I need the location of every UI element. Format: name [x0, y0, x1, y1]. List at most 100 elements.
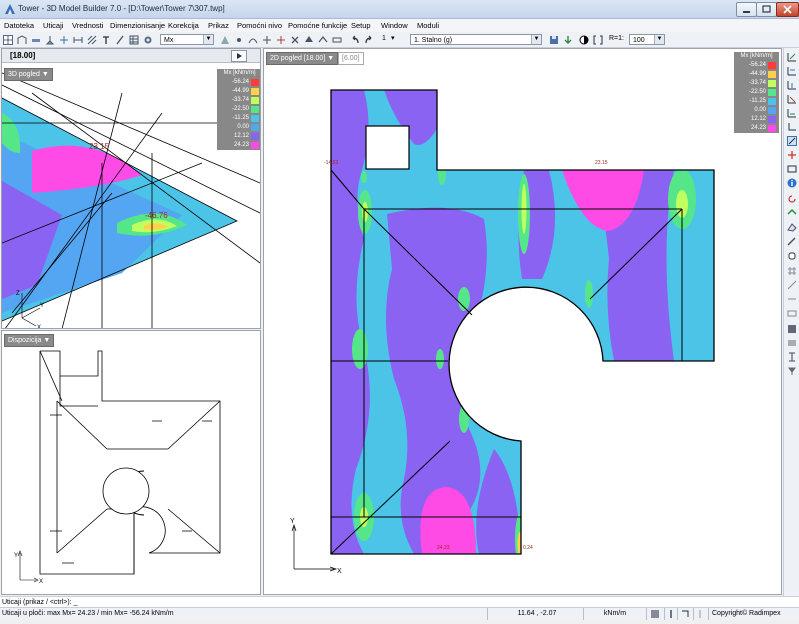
ratio-label: R=1: [609, 35, 624, 42]
legend-swatch [768, 89, 776, 96]
status-toggle-ortho[interactable] [664, 608, 678, 620]
legend-value: -22.50 [231, 106, 249, 112]
close-button[interactable] [776, 2, 799, 17]
up-icon[interactable] [304, 35, 314, 45]
view-3d-tag-text: 3D pogled [8, 71, 40, 78]
menu-korekcija[interactable]: Korekcija [168, 21, 199, 30]
table-icon[interactable] [129, 35, 139, 45]
zoom-window-icon[interactable] [787, 136, 797, 146]
coordinates-text: 11.64 , -2.07 [517, 610, 557, 617]
arrow-green-icon[interactable] [787, 208, 797, 218]
legend-row: 12.12 [217, 132, 260, 141]
maximize-button[interactable] [756, 2, 777, 17]
frame-icon[interactable] [17, 35, 27, 45]
hand-icon[interactable] [787, 250, 797, 260]
legend-value: -44.99 [231, 88, 249, 94]
column-icon[interactable] [787, 352, 797, 362]
status-toggle-grid[interactable] [646, 608, 664, 620]
cross-icon[interactable] [290, 35, 300, 45]
view-2d-tag[interactable]: 2D pogled [18.00] ▼ [266, 52, 339, 65]
contrast-icon[interactable] [579, 35, 589, 45]
move-icon[interactable] [276, 35, 286, 45]
toolbar: Mx ▼ 1 ▾ 1. Stalno (g) ▼ R=1: 100 ▼ [0, 33, 799, 48]
hatch-icon[interactable] [87, 35, 97, 45]
section-x-icon[interactable] [787, 66, 797, 76]
arrows-icon[interactable] [59, 35, 69, 45]
save-icon[interactable] [549, 35, 559, 45]
menu-dimenzionisanje[interactable]: Dimenzionisanje [110, 21, 165, 30]
export-icon[interactable] [563, 35, 573, 45]
menu-setup[interactable]: Setup [351, 21, 371, 30]
layout-pane[interactable]: Y X Dispozicija ▼ [1, 330, 261, 595]
measure-area-icon[interactable] [787, 308, 797, 318]
axes-icon[interactable] [787, 122, 797, 132]
pencil-icon[interactable] [787, 236, 797, 246]
load-case-spinner[interactable]: ▾ [391, 34, 395, 42]
load-case-select[interactable]: 1. Stalno (g) ▼ [410, 34, 542, 45]
pin-icon[interactable] [787, 366, 797, 376]
eraser-icon[interactable] [787, 222, 797, 232]
legend-swatch [251, 88, 259, 95]
node-icon[interactable] [234, 35, 244, 45]
legend-swatch [768, 107, 776, 114]
fill-icon[interactable] [220, 35, 230, 45]
settings-icon[interactable] [143, 35, 153, 45]
menu-datoteka[interactable]: Datoteka [4, 21, 34, 30]
view-2d-canvas[interactable]: Y X -14.53 23.15 24.23 0.24 [264, 49, 781, 594]
legend-row: -33.74 [217, 96, 260, 105]
menu-window[interactable]: Window [381, 21, 408, 30]
result-type-select[interactable]: Mx ▼ [160, 34, 214, 45]
beam-icon[interactable] [31, 35, 41, 45]
stack-icon[interactable] [787, 338, 797, 348]
target-icon[interactable] [787, 150, 797, 160]
slash-icon[interactable] [115, 35, 125, 45]
secondary-level-tag[interactable]: [6.00] [338, 52, 364, 65]
legend-swatch [768, 116, 776, 123]
undo-icon[interactable] [350, 35, 360, 45]
redo-icon[interactable] [364, 35, 374, 45]
support-icon[interactable] [45, 35, 55, 45]
grid-icon[interactable] [3, 35, 13, 45]
layers-icon[interactable] [787, 324, 797, 334]
command-line-text: Uticaji (prikaz / <ctrl>): _ [2, 599, 78, 606]
rule-icon[interactable] [787, 294, 797, 304]
menu-vrednosti[interactable]: Vrednosti [72, 21, 103, 30]
legend-value: -11.25 [232, 115, 249, 121]
measure-icon[interactable] [332, 35, 342, 45]
section-green-icon[interactable] [787, 108, 797, 118]
section-icon[interactable] [787, 52, 797, 62]
menu-uticaji[interactable]: Uticaji [43, 21, 63, 30]
text-icon[interactable] [101, 35, 111, 45]
menu-moduli[interactable]: Moduli [417, 21, 439, 30]
view-3d-pane[interactable]: [18.00] 23.15 -46.76 Z Y X 3D pogled ▼ M… [1, 48, 261, 329]
info-icon[interactable] [787, 178, 797, 188]
layout-tag[interactable]: Dispozicija ▼ [4, 334, 55, 347]
snap-icon[interactable] [787, 280, 797, 290]
section-y-icon[interactable] [787, 80, 797, 90]
axis-z-label: Z [16, 291, 20, 297]
command-line[interactable]: Uticaji (prikaz / <ctrl>): _ [0, 596, 799, 607]
dimension-icon[interactable] [73, 35, 83, 45]
bracket-icon[interactable] [593, 35, 603, 45]
app-icon [5, 4, 15, 14]
view-3d-tag[interactable]: 3D pogled ▼ [4, 68, 53, 81]
ratio-select[interactable]: 100 ▼ [629, 34, 665, 45]
grid-snap-icon[interactable] [787, 266, 797, 276]
rotate-icon[interactable] [787, 194, 797, 204]
play-button[interactable] [231, 50, 247, 62]
curve-icon[interactable] [248, 35, 258, 45]
roof-icon[interactable] [318, 35, 328, 45]
layout-canvas[interactable]: Y X [2, 331, 260, 594]
section-z-icon[interactable] [787, 94, 797, 104]
view-2d-pane[interactable]: Y X -14.53 23.15 24.23 0.24 2D pogled [1… [263, 48, 782, 595]
menu-prikaz[interactable]: Prikaz [208, 21, 229, 30]
menu-pomocne-funkcije[interactable]: Pomoćne funkcije [288, 21, 347, 30]
point-icon[interactable] [262, 35, 272, 45]
status-toggle-snap[interactable] [677, 608, 693, 620]
minimize-button[interactable] [736, 2, 757, 17]
plate-opening [365, 125, 410, 170]
legend-value: 24.23 [750, 125, 766, 131]
frame-view-icon[interactable] [787, 164, 797, 174]
menu-pomocni-nivo[interactable]: Pomoćni nivo [237, 21, 282, 30]
status-toggle-extra[interactable] [693, 608, 707, 620]
